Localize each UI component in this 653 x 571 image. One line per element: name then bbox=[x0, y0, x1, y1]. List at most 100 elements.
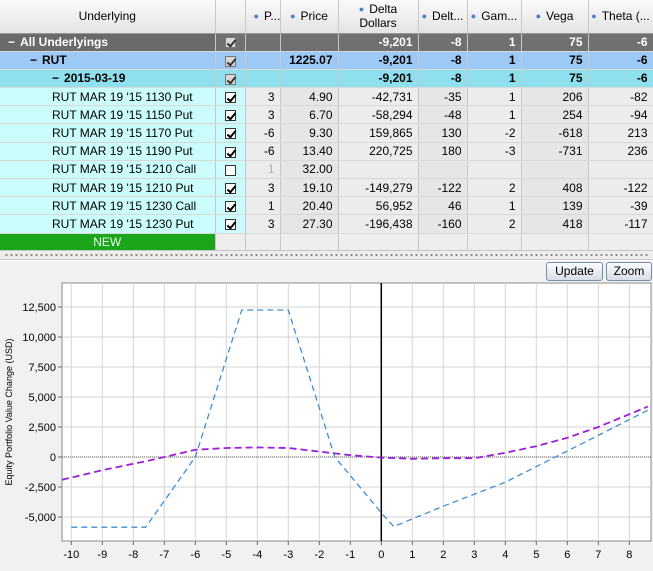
include-checkbox-cell bbox=[215, 69, 246, 89]
cell-delta[interactable] bbox=[418, 160, 468, 180]
col-theta[interactable]: ● Theta (... bbox=[588, 0, 653, 34]
col-position[interactable]: ● P... bbox=[245, 0, 281, 34]
cell-delta[interactable]: -122 bbox=[418, 178, 468, 198]
cell-delta-dollars[interactable]: -196,438 bbox=[338, 214, 419, 234]
cell-theta[interactable] bbox=[588, 160, 653, 180]
col-underlying[interactable]: Underlying bbox=[0, 0, 216, 34]
cell-theta[interactable]: -82 bbox=[588, 87, 653, 107]
table-row[interactable]: RUT MAR 19 '15 1210 Put 3 19.10 -149,279 -12… bbox=[0, 178, 653, 198]
cell-gamma[interactable]: 1 bbox=[467, 87, 522, 107]
cell-gamma[interactable] bbox=[467, 160, 522, 180]
cell-vega[interactable] bbox=[521, 160, 589, 180]
new-position-row[interactable]: NEW bbox=[0, 233, 653, 250]
cell-vega[interactable]: -618 bbox=[521, 123, 589, 143]
collapse-icon[interactable]: − bbox=[52, 71, 59, 85]
include-checkbox[interactable] bbox=[224, 55, 236, 67]
panel-splitter[interactable] bbox=[0, 250, 653, 260]
include-checkbox[interactable] bbox=[224, 146, 236, 158]
cell-position[interactable]: -6 bbox=[245, 142, 281, 161]
new-position-button[interactable]: NEW bbox=[0, 233, 216, 250]
cell-price[interactable]: 9.30 bbox=[280, 123, 339, 143]
cell-position[interactable]: 3 bbox=[245, 178, 281, 198]
cell-price[interactable]: 32.00 bbox=[280, 160, 339, 180]
cell-theta[interactable]: -117 bbox=[588, 214, 653, 234]
include-checkbox[interactable] bbox=[224, 110, 236, 122]
cell-theta[interactable]: -39 bbox=[588, 196, 653, 216]
cell-gamma[interactable]: -2 bbox=[467, 123, 522, 143]
row-expiry[interactable]: −2015-03-19 -9,201 -8 1 75 -6 bbox=[0, 69, 653, 89]
cell-theta[interactable]: -94 bbox=[588, 105, 653, 125]
cell-delta[interactable]: -160 bbox=[418, 214, 468, 234]
table-row[interactable]: RUT MAR 19 '15 1130 Put 3 4.90 -42,731 -35 1 2… bbox=[0, 87, 653, 107]
collapse-icon[interactable]: − bbox=[30, 53, 37, 67]
cell-theta[interactable]: 213 bbox=[588, 123, 653, 143]
cell-vega[interactable]: 408 bbox=[521, 178, 589, 198]
cell-price[interactable]: 19.10 bbox=[280, 178, 339, 198]
cell-vega[interactable]: -731 bbox=[521, 142, 589, 161]
include-checkbox[interactable] bbox=[224, 219, 236, 231]
collapse-icon[interactable]: − bbox=[8, 35, 15, 49]
position-label: RUT MAR 19 '15 1130 Put bbox=[0, 87, 216, 107]
cell-position[interactable]: 1 bbox=[245, 196, 281, 216]
table-row[interactable]: RUT MAR 19 '15 1210 Call 1 32.00 bbox=[0, 160, 653, 180]
cell-delta-dollars[interactable]: 220,725 bbox=[338, 142, 419, 161]
cell-gamma[interactable]: 2 bbox=[467, 214, 522, 234]
include-checkbox[interactable] bbox=[224, 91, 236, 103]
row-label-text: 2015-03-19 bbox=[64, 71, 126, 86]
cell-gamma[interactable]: -3 bbox=[467, 142, 522, 161]
update-button[interactable]: Update bbox=[546, 262, 603, 281]
cell-delta[interactable]: -48 bbox=[418, 105, 468, 125]
table-row[interactable]: RUT MAR 19 '15 1230 Call 1 20.40 56,952 46 1 1… bbox=[0, 196, 653, 216]
table-row[interactable]: RUT MAR 19 '15 1230 Put 3 27.30 -196,438 -16… bbox=[0, 214, 653, 234]
cell-delta[interactable]: 180 bbox=[418, 142, 468, 161]
table-row[interactable]: RUT MAR 19 '15 1170 Put -6 9.30 159,865 130-… bbox=[0, 123, 653, 143]
cell-delta-dollars[interactable]: -42,731 bbox=[338, 87, 419, 107]
include-checkbox[interactable] bbox=[224, 164, 236, 176]
col-delta[interactable]: ● Delt... bbox=[418, 0, 468, 34]
splitter-grip[interactable] bbox=[4, 254, 649, 256]
col-price[interactable]: ● Price bbox=[280, 0, 339, 34]
include-checkbox[interactable] bbox=[224, 201, 236, 213]
table-row[interactable]: RUT MAR 19 '15 1190 Put -6 13.40 220,725 180… bbox=[0, 142, 653, 161]
col-gamma[interactable]: ● Gam... bbox=[467, 0, 522, 34]
cell-gamma[interactable]: 1 bbox=[467, 105, 522, 125]
cell-price[interactable]: 20.40 bbox=[280, 196, 339, 216]
cell-price[interactable]: 13.40 bbox=[280, 142, 339, 161]
cell-theta[interactable]: 236 bbox=[588, 142, 653, 161]
zoom-button[interactable]: Zoom bbox=[606, 262, 652, 281]
table-header: Underlying ● P... ● Price ● Delta Dollars ● D… bbox=[0, 0, 653, 34]
cell-delta-dollars[interactable]: 159,865 bbox=[338, 123, 419, 143]
positions-table-panel: Underlying ● P... ● Price ● Delta Dollars ● D… bbox=[0, 0, 653, 250]
cell-position[interactable]: 1 bbox=[245, 160, 281, 180]
cell-delta-dollars[interactable]: -58,294 bbox=[338, 105, 419, 125]
cell-price[interactable]: 27.30 bbox=[280, 214, 339, 234]
cell-position[interactable]: -6 bbox=[245, 123, 281, 143]
cell-position[interactable]: 3 bbox=[245, 105, 281, 125]
cell-delta-dollars[interactable] bbox=[338, 160, 419, 180]
cell-vega[interactable]: 254 bbox=[521, 105, 589, 125]
cell-gamma[interactable]: 1 bbox=[467, 196, 522, 216]
include-checkbox[interactable] bbox=[224, 182, 236, 194]
cell-delta[interactable]: 130 bbox=[418, 123, 468, 143]
cell-vega[interactable]: 139 bbox=[521, 196, 589, 216]
col-vega[interactable]: ● Vega bbox=[521, 0, 589, 34]
col-delta-dollars[interactable]: ● Delta Dollars bbox=[338, 0, 419, 34]
cell-delta[interactable]: 46 bbox=[418, 196, 468, 216]
include-checkbox[interactable] bbox=[224, 73, 236, 85]
cell-delta[interactable]: -35 bbox=[418, 87, 468, 107]
cell-position[interactable]: 3 bbox=[245, 214, 281, 234]
cell-theta[interactable]: -122 bbox=[588, 178, 653, 198]
cell-vega[interactable]: 206 bbox=[521, 87, 589, 107]
include-checkbox[interactable] bbox=[224, 128, 236, 140]
cell-price[interactable]: 6.70 bbox=[280, 105, 339, 125]
cell-price[interactable]: 4.90 bbox=[280, 87, 339, 107]
table-row[interactable]: RUT MAR 19 '15 1150 Put 3 6.70 -58,294 -48 1 2… bbox=[0, 105, 653, 125]
row-underlying-rut[interactable]: − RUT 1225.07 -9,201 -8 1 75 -6 bbox=[0, 51, 653, 70]
cell-delta-dollars[interactable]: 56,952 bbox=[338, 196, 419, 216]
cell-delta-dollars[interactable]: -149,279 bbox=[338, 178, 419, 198]
cell-gamma[interactable]: 2 bbox=[467, 178, 522, 198]
include-checkbox[interactable] bbox=[224, 37, 236, 49]
cell-vega[interactable]: 418 bbox=[521, 214, 589, 234]
row-all-underlyings[interactable]: − All Underlyings -9,201 -8 1 75 -6 bbox=[0, 33, 653, 52]
cell-position[interactable]: 3 bbox=[245, 87, 281, 107]
